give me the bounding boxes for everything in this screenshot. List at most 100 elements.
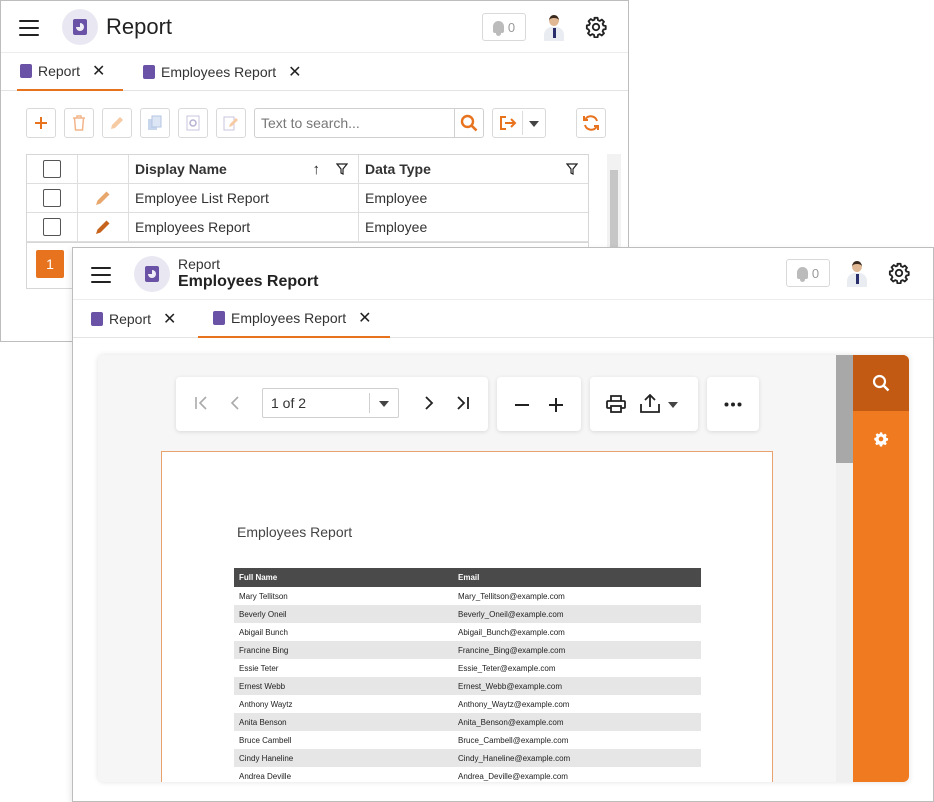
export-dropdown-button[interactable] [492, 108, 546, 138]
hamburger-menu-icon[interactable] [91, 267, 111, 283]
design-button[interactable] [216, 108, 246, 138]
report-tab-icon [91, 312, 103, 326]
page-selector[interactable]: 1 of 2 [262, 388, 399, 418]
page-title: Employees Report [178, 273, 319, 290]
zoom-out-icon[interactable] [514, 397, 530, 413]
settings-gear-icon[interactable] [888, 262, 910, 284]
bell-icon [492, 21, 504, 36]
breadcrumb-parent: Report [178, 256, 221, 272]
table-row: Francine Bing Francine_Bing@example.com [234, 641, 701, 659]
print-icon[interactable] [606, 395, 626, 413]
tab-employees-report[interactable]: Employees Report ✕ [143, 53, 302, 91]
preview-button[interactable] [178, 108, 208, 138]
notifications-button[interactable]: 0 [786, 259, 830, 287]
tab-label: Report [38, 63, 81, 79]
copy-button[interactable] [140, 108, 170, 138]
properties-gear-icon[interactable] [873, 431, 889, 447]
previous-page-icon[interactable] [230, 396, 240, 410]
notifications-count: 0 [811, 265, 820, 281]
page-number-button[interactable]: 1 [36, 250, 64, 278]
report-tab-icon [143, 65, 155, 79]
grid-header-row: Display Name ↑ Data Type [27, 155, 588, 184]
bell-icon [796, 267, 808, 282]
zoom-group [497, 377, 581, 431]
report-page: Employees Report Full Name Email Mary Te… [161, 451, 773, 782]
last-page-icon[interactable] [456, 396, 470, 410]
chevron-down-icon [379, 401, 389, 407]
table-row: Abigail Bunch Abigail_Bunch@example.com [239, 627, 565, 637]
tab-label: Employees Report [231, 310, 347, 326]
export-icon [500, 116, 517, 130]
table-row: Beverly Oneil Beverly_Oneil@example.com [234, 605, 701, 623]
close-icon[interactable]: ✕ [358, 308, 371, 328]
tab-report[interactable]: Report ✕ [17, 53, 123, 91]
edit-button[interactable] [102, 108, 132, 138]
table-row: Essie Teter Essie_Teter@example.com [239, 663, 556, 673]
search-icon [460, 114, 478, 132]
close-icon[interactable]: ✕ [288, 62, 301, 82]
tab-label: Employees Report [161, 64, 277, 80]
row-checkbox[interactable] [43, 189, 61, 207]
refresh-button[interactable] [576, 108, 606, 138]
add-button[interactable] [26, 108, 56, 138]
search-input[interactable] [254, 108, 454, 138]
hamburger-menu-icon[interactable] [19, 20, 39, 36]
plus-icon [35, 117, 47, 129]
data-type-cell: Employee [365, 190, 428, 206]
trash-icon [73, 115, 85, 131]
document-edit-icon [223, 116, 238, 131]
tab-employees-report[interactable]: Employees Report ✕ [198, 300, 390, 338]
report-app-icon [62, 9, 98, 45]
notifications-count: 0 [507, 19, 516, 35]
user-avatar[interactable] [541, 14, 567, 42]
search-icon [872, 374, 890, 392]
page-navigation-group: 1 of 2 [176, 377, 488, 431]
export-icon[interactable] [640, 394, 660, 413]
reports-grid: Display Name ↑ Data Type Employee List R… [26, 154, 589, 243]
document-viewer: 1 of 2 Employees Report Full Name Email … [98, 355, 909, 782]
zoom-in-icon[interactable] [548, 397, 564, 413]
filter-icon[interactable] [336, 163, 348, 175]
tab-label: Report [109, 311, 152, 327]
close-icon[interactable]: ✕ [163, 309, 176, 329]
delete-button[interactable] [64, 108, 94, 138]
table-row: Anthony Waytz Anthony_Waytz@example.com [239, 699, 570, 709]
copy-icon [148, 115, 162, 130]
tab-bar: Report ✕ Employees Report ✕ [1, 53, 628, 91]
row-checkbox[interactable] [43, 218, 61, 236]
employees-table: Full Name Email Mary Tellitson Mary_Telli… [234, 568, 701, 782]
search-panel-button[interactable] [853, 355, 909, 411]
app-header: Report Employees Report 0 [73, 248, 933, 300]
refresh-icon [583, 115, 599, 131]
page-title: Report [106, 14, 173, 39]
more-options-icon[interactable] [724, 402, 742, 407]
table-row: Mary Tellitson Mary_Tellitson@example.com [239, 591, 565, 601]
chevron-down-icon [529, 121, 539, 127]
first-page-icon[interactable] [194, 396, 208, 410]
close-icon[interactable]: ✕ [92, 61, 105, 81]
viewer-side-panel [853, 355, 909, 782]
report-tab-icon [213, 311, 225, 325]
table-row: Andrea Deville Andrea_Deville@example.com [239, 771, 568, 781]
chevron-down-icon[interactable] [668, 402, 678, 408]
pencil-icon[interactable] [94, 218, 112, 236]
filter-icon[interactable] [566, 163, 578, 175]
viewer-scrollbar[interactable] [836, 355, 853, 782]
table-row[interactable]: Employees Report Employee [27, 213, 588, 242]
settings-gear-icon[interactable] [585, 16, 607, 38]
table-row: Anita Benson Anita_Benson@example.com [234, 713, 701, 731]
sort-ascending-icon[interactable]: ↑ [313, 161, 321, 178]
tab-report[interactable]: Report ✕ [91, 300, 176, 338]
table-row[interactable]: Employee List Report Employee [27, 184, 588, 213]
column-header-data-type[interactable]: Data Type [359, 155, 588, 183]
search-button[interactable] [454, 108, 484, 138]
report-app-icon [134, 256, 170, 292]
notifications-button[interactable]: 0 [482, 13, 526, 41]
select-all-checkbox[interactable] [43, 160, 61, 178]
pencil-icon[interactable] [94, 189, 112, 207]
column-header-display-name[interactable]: Display Name ↑ [129, 155, 359, 183]
next-page-icon[interactable] [424, 396, 434, 410]
tab-bar: Report ✕ Employees Report ✕ [73, 300, 933, 338]
user-avatar[interactable] [844, 260, 870, 288]
report-tab-icon [20, 64, 32, 78]
